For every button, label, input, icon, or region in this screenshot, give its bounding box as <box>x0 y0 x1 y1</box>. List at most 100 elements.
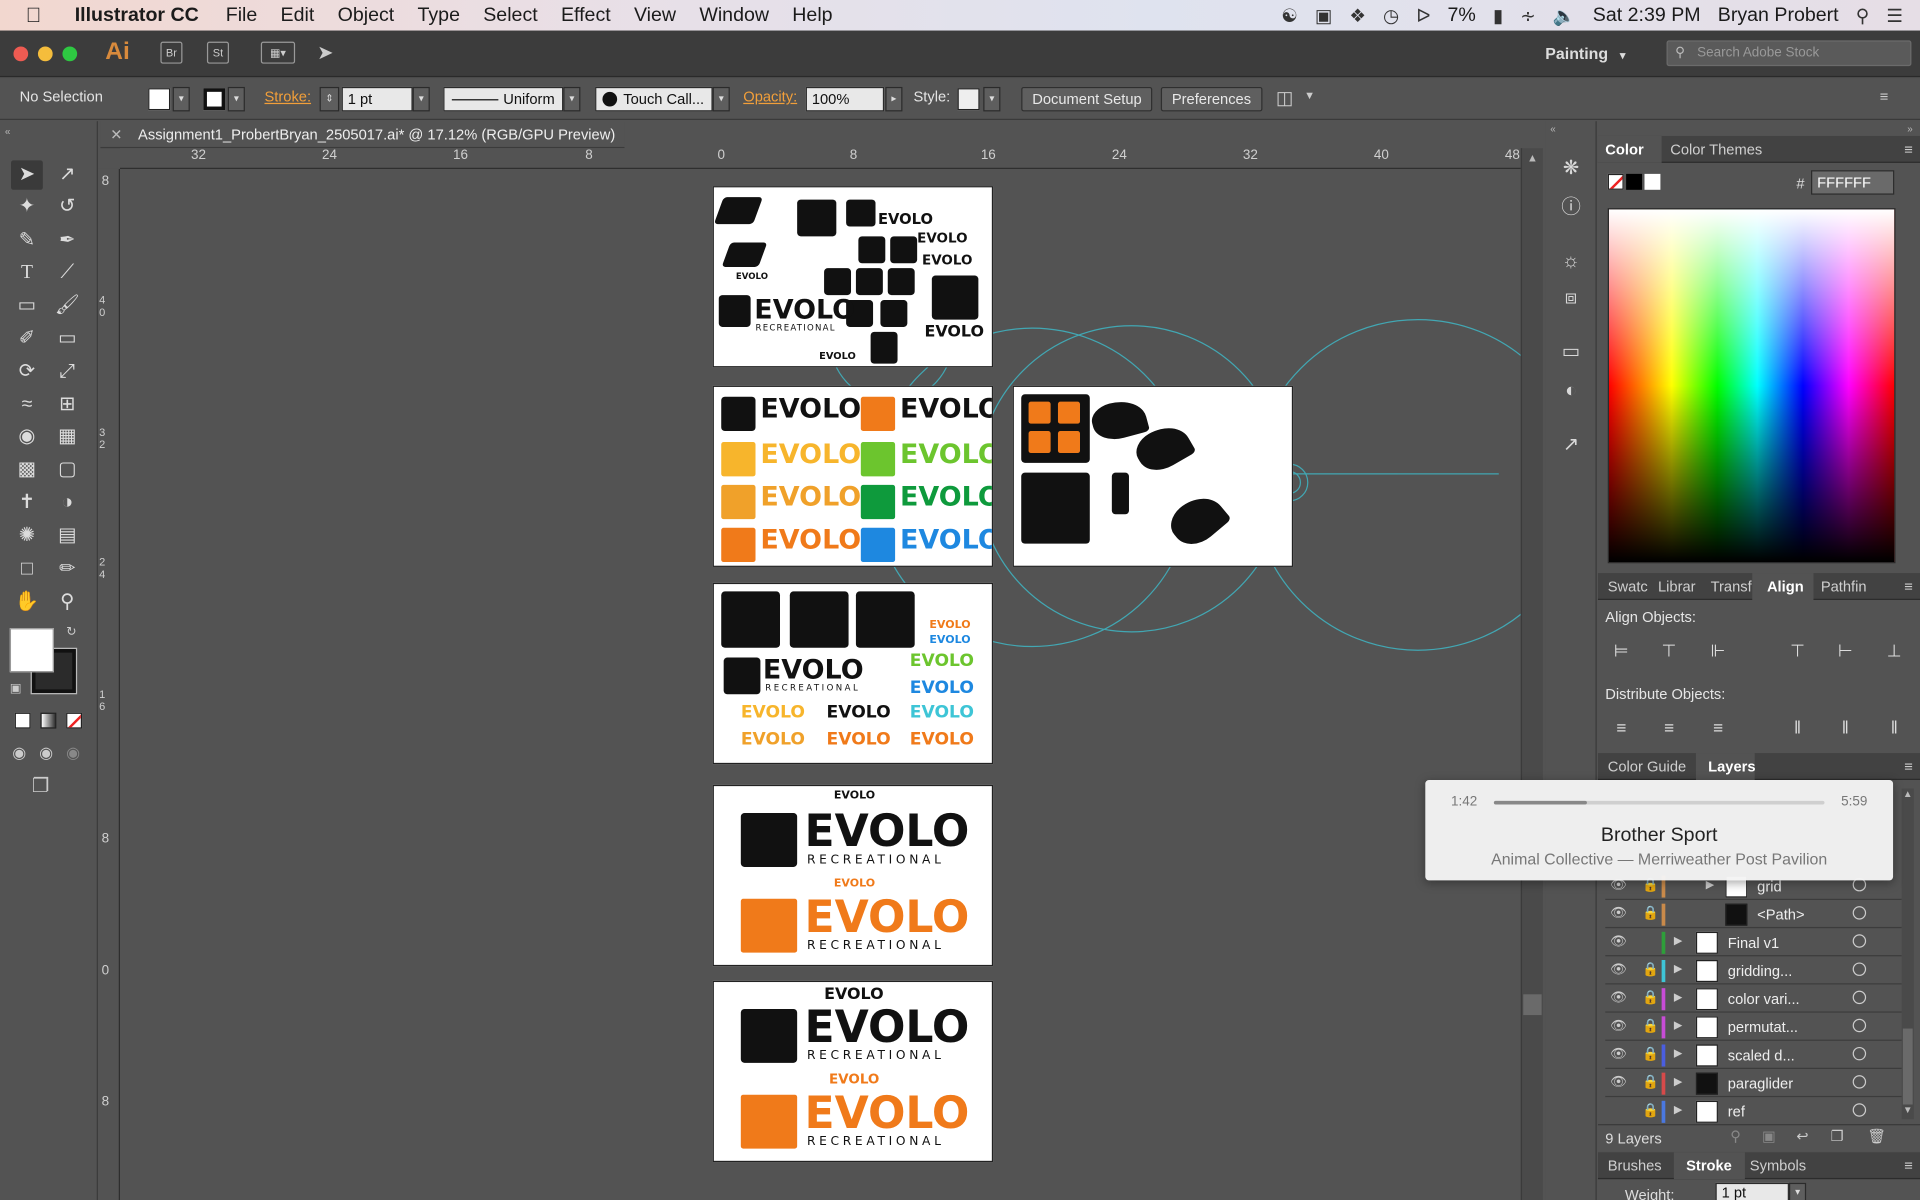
layer-row[interactable]: 🔒 ▶ ref <box>1605 1098 1902 1126</box>
scroll-up-icon[interactable]: ▲ <box>1527 152 1538 164</box>
playback-progress[interactable] <box>1493 800 1825 805</box>
layer-name[interactable]: Final v1 <box>1728 934 1779 951</box>
time-machine-icon[interactable]: ◷ <box>1383 4 1399 27</box>
stroke-dropdown[interactable]: ▾ <box>227 86 245 112</box>
layer-name[interactable]: grid <box>1757 878 1782 895</box>
layer-name[interactable]: permutat... <box>1728 1019 1798 1036</box>
gradient-panel-icon[interactable]: ▭ <box>1558 339 1585 366</box>
stroke-weight-field[interactable]: 1 pt <box>341 86 413 112</box>
warp-tool-icon[interactable]: ≈ <box>11 391 43 420</box>
scroll-up-icon[interactable]: ▲ <box>1903 789 1913 800</box>
user-name[interactable]: Bryan Probert <box>1718 4 1839 26</box>
expand-triangle-icon[interactable]: ▶ <box>1674 962 1682 975</box>
color-mode-icon[interactable] <box>14 712 31 729</box>
expand-triangle-icon[interactable]: ▶ <box>1674 1075 1682 1088</box>
expand-triangle-icon[interactable]: ▶ <box>1674 1019 1682 1032</box>
document-setup-button[interactable]: Document Setup <box>1021 86 1153 112</box>
arrange-documents-icon[interactable]: ▦▾ <box>260 41 296 64</box>
shaper-tool-icon[interactable]: ✐ <box>11 324 43 353</box>
workspace-switcher[interactable]: Painting ▾ <box>1545 44 1625 62</box>
eyedropper-tool-icon[interactable]: ✝ <box>11 489 43 518</box>
lock-icon[interactable]: 🔒 <box>1642 961 1659 977</box>
layer-name[interactable]: paraglider <box>1728 1075 1793 1092</box>
locate-object-icon[interactable]: ⚲ <box>1730 1128 1741 1145</box>
collapse-icon[interactable]: « <box>1550 124 1555 135</box>
artboard-color-variations[interactable]: EVOLO EVOLO EVOLO EVOLO EVOLO EVOLO EVOL… <box>712 385 994 567</box>
bluetooth-icon[interactable]: ᐅ <box>1416 4 1430 27</box>
artboard-canvas[interactable]: EVOLO EVOLO EVOLO EVOLO RECREATIONAL EVO… <box>120 168 1521 1200</box>
fill-dropdown[interactable]: ▾ <box>172 86 190 112</box>
menu-edit[interactable]: Edit <box>281 4 315 26</box>
tab-stroke[interactable]: Stroke <box>1686 1157 1732 1174</box>
tab-swatches[interactable]: Swatc <box>1608 578 1648 595</box>
lock-icon[interactable]: 🔒 <box>1642 989 1659 1006</box>
menu-view[interactable]: View <box>634 4 676 26</box>
menu-help[interactable]: Help <box>792 4 832 26</box>
target-circle-icon[interactable] <box>1852 1075 1867 1089</box>
close-tab-icon[interactable]: ✕ <box>110 126 122 143</box>
layer-row[interactable]: 👁 🔒 <Path> <box>1605 901 1902 929</box>
preferences-button[interactable]: Preferences <box>1160 86 1263 112</box>
artboard-scaled[interactable]: EVOLO EVOLO RECREATIONAL EVOLO EVOLO REC… <box>712 784 994 967</box>
visibility-icon[interactable]: 👁 <box>1610 989 1627 1006</box>
delete-layer-icon[interactable]: 🗑 <box>1867 1128 1886 1145</box>
magic-wand-tool-icon[interactable]: ✦ <box>11 192 43 221</box>
canvas-scrollbar[interactable]: ▲ <box>1520 148 1543 1200</box>
eraser-tool-icon[interactable]: ▭ <box>51 324 83 353</box>
info-panel-icon[interactable]: ⓘ <box>1558 195 1585 222</box>
none-mode-icon[interactable] <box>66 712 83 729</box>
visibility-icon[interactable]: 👁 <box>1610 905 1627 921</box>
none-swatch[interactable] <box>1607 173 1624 190</box>
stroke-label[interactable]: Stroke: <box>264 88 311 105</box>
tab-brushes[interactable]: Brushes <box>1608 1157 1662 1174</box>
symbol-sprayer-tool-icon[interactable]: ✺ <box>11 522 43 551</box>
layers-scrollbar[interactable]: ▲ ▼ <box>1901 788 1914 1120</box>
panel-menu-icon[interactable]: ≡ <box>1904 1157 1913 1174</box>
stroke-weight-dropdown[interactable]: ▾ <box>1788 1182 1807 1200</box>
default-fill-stroke-icon[interactable]: ▣ <box>10 682 22 695</box>
expand-triangle-icon[interactable]: ▶ <box>1674 991 1682 1004</box>
lasso-tool-icon[interactable]: ↺ <box>51 192 83 221</box>
minimize-window-button[interactable] <box>37 46 53 62</box>
profile-dropdown[interactable]: ▾ <box>563 86 581 112</box>
distribute-horizontal-center-icon[interactable]: ‖ <box>1834 716 1856 738</box>
pen-tool-icon[interactable]: ✎ <box>11 227 43 256</box>
tab-transform[interactable]: Transf <box>1711 578 1752 595</box>
graph-tool-icon[interactable]: ▤ <box>51 522 83 551</box>
distribute-bottom-icon[interactable]: ≡ <box>1707 716 1729 738</box>
battery-icon[interactable]: ▮ <box>1493 4 1503 27</box>
brush-definition[interactable]: Touch Call... <box>595 86 713 112</box>
appearance-panel-icon[interactable]: ☼ <box>1558 249 1585 276</box>
new-sublayer-icon[interactable]: ↩ <box>1796 1128 1808 1145</box>
slice-tool-icon[interactable]: ✏ <box>51 555 83 584</box>
target-circle-icon[interactable] <box>1852 962 1867 976</box>
brushes-panel-icon[interactable]: ❋ <box>1558 156 1585 183</box>
align-right-icon[interactable]: ⊩ <box>1707 639 1729 661</box>
artboard-final[interactable]: EVOLO EVOLO RECREATIONAL EVOLO EVOLO REC… <box>712 980 994 1163</box>
lock-icon[interactable]: 🔒 <box>1642 1046 1659 1062</box>
selection-tool-icon[interactable]: ➤ <box>11 160 43 190</box>
align-top-icon[interactable]: ⊤ <box>1787 639 1809 661</box>
visibility-icon[interactable]: 👁 <box>1610 1046 1627 1062</box>
draw-inside-icon[interactable]: ◉ <box>66 743 80 763</box>
lock-icon[interactable]: 🔒 <box>1642 1102 1659 1118</box>
layer-row[interactable]: 👁 🔒 ▶ permutat... <box>1605 1014 1902 1041</box>
align-vertical-center-icon[interactable]: ⊢ <box>1834 639 1856 661</box>
gradient-tool-icon[interactable]: ▢ <box>51 456 83 485</box>
free-transform-tool-icon[interactable]: ⊞ <box>51 391 83 420</box>
search-stock-input[interactable]: ⚲ Search Adobe Stock <box>1666 40 1912 67</box>
draw-behind-icon[interactable]: ◉ <box>39 743 53 763</box>
opacity-label[interactable]: Opacity: <box>743 88 797 105</box>
scale-tool-icon[interactable]: ⤢ <box>51 358 83 387</box>
menu-object[interactable]: Object <box>338 4 395 26</box>
perspective-grid-tool-icon[interactable]: ▦ <box>51 422 83 451</box>
gpu-performance-icon[interactable]: ➤ <box>317 40 333 64</box>
wifi-icon[interactable]: ∻ <box>1520 4 1535 27</box>
scroll-down-icon[interactable]: ▼ <box>1903 1104 1913 1115</box>
transparency-panel-icon[interactable]: ◐ <box>1558 378 1585 405</box>
align-horizontal-center-icon[interactable]: ⊤ <box>1658 639 1680 661</box>
distribute-left-icon[interactable]: ‖ <box>1787 716 1809 738</box>
layer-row[interactable]: 👁 🔒 ▶ scaled d... <box>1605 1042 1902 1069</box>
color-spectrum[interactable] <box>1607 208 1896 564</box>
expand-triangle-icon[interactable]: ▶ <box>1674 1103 1682 1116</box>
